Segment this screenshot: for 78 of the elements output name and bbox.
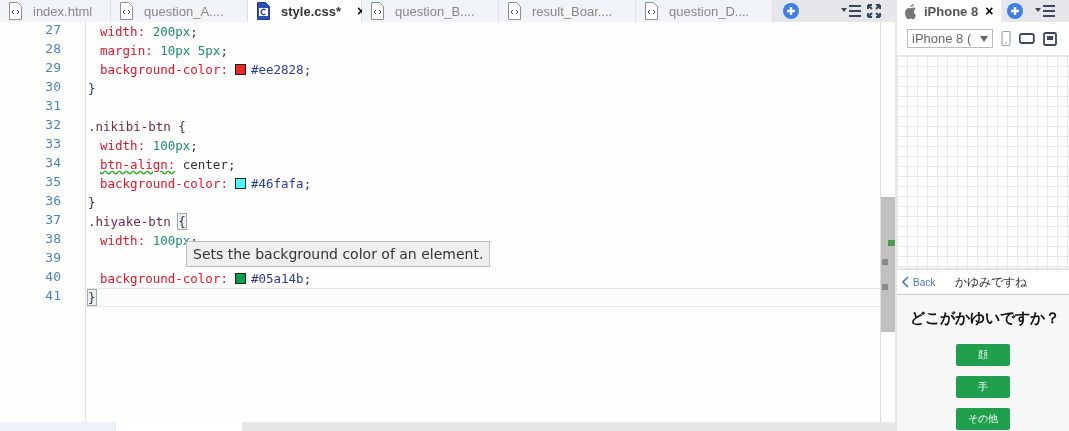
back-button[interactable]: Back [902, 276, 936, 288]
line-number: 40 [44, 269, 62, 286]
semicolon: ; [190, 24, 198, 39]
line-number: 32 [44, 117, 62, 134]
html-file-icon [119, 2, 134, 20]
css-property: width: [100, 24, 146, 39]
landscape-icon[interactable] [1019, 33, 1035, 44]
preview-tab[interactable]: iPhone 8 × [897, 0, 1002, 22]
apple-icon [903, 2, 917, 20]
css-value: 100px [152, 138, 191, 153]
answer-button[interactable]: 顔 [956, 344, 1010, 366]
brace: } [88, 195, 96, 210]
close-icon[interactable]: × [985, 3, 994, 19]
back-chevron-icon[interactable] [902, 276, 909, 288]
css-value: 200px [152, 24, 191, 39]
add-icon[interactable] [1007, 3, 1024, 19]
semicolon: ; [303, 271, 312, 286]
device-dropdown[interactable]: iPhone 8 ( [907, 29, 993, 48]
brace: } [88, 81, 96, 96]
css-selector: .nikibi-btn [88, 119, 171, 134]
line-number: 37 [44, 212, 62, 229]
line-number: 39 [44, 250, 62, 267]
editor-tab[interactable]: question_A.... [111, 0, 248, 22]
line-number: 28 [44, 41, 62, 58]
css-property: background-color: [100, 271, 228, 286]
window-icon[interactable] [1043, 31, 1057, 46]
line-number: 33 [44, 136, 62, 153]
question-heading: どこがかゆいですか？ [910, 309, 1060, 327]
css-selector: .hiyake-btn [88, 214, 171, 229]
line-number: 36 [44, 193, 62, 210]
css-property: btn-align: [100, 157, 176, 172]
editor-tab[interactable]: result_Boar.... [499, 0, 636, 22]
line-number: 38 [44, 231, 62, 248]
semicolon: ; [303, 176, 312, 191]
editor-tab[interactable]: index.html [0, 0, 111, 22]
css-property: width: [100, 233, 146, 248]
html-file-icon [370, 2, 385, 20]
css-value: 10px 5px [160, 43, 221, 58]
line-number: 27 [44, 22, 62, 39]
color-value: #05a14b [250, 271, 304, 286]
css-file-icon [256, 2, 271, 20]
semicolon: ; [190, 138, 198, 153]
answer-button[interactable]: 手 [956, 376, 1010, 398]
brace: { [178, 119, 186, 134]
brace: } [88, 290, 96, 305]
editor-tab[interactable]: question_B.... [362, 0, 499, 22]
brace: { [178, 214, 186, 229]
css-property: background-color: [100, 62, 228, 77]
color-value: #46fafa [250, 176, 304, 191]
answer-button[interactable]: その他 [956, 408, 1010, 430]
line-number: 30 [44, 79, 62, 96]
color-swatch[interactable] [235, 178, 247, 189]
add-icon[interactable] [783, 3, 799, 19]
html-file-icon [507, 2, 522, 20]
line-number: 29 [44, 60, 62, 77]
semicolon: ; [303, 62, 312, 77]
css-property: width: [100, 138, 146, 153]
menu-icon[interactable] [841, 4, 861, 18]
css-property: margin: [100, 43, 153, 58]
css-value: center [182, 157, 228, 172]
nav-title: かゆみですね [955, 275, 1028, 289]
line-number: 41 [44, 288, 62, 305]
fullscreen-icon[interactable] [867, 4, 881, 18]
editor-tab[interactable]: question_D.... [636, 0, 773, 22]
dropdown-caret-icon[interactable] [980, 35, 988, 42]
html-file-icon [8, 2, 23, 20]
line-number: 34 [44, 155, 62, 172]
color-swatch[interactable] [235, 64, 247, 75]
line-number: 35 [44, 174, 62, 191]
semicolon: ; [227, 157, 236, 172]
color-swatch[interactable] [235, 273, 247, 284]
html-file-icon [644, 2, 659, 20]
color-value: #ee2828 [250, 62, 304, 77]
css-property: background-color: [100, 176, 228, 191]
line-number: 31 [44, 98, 62, 115]
semicolon: ; [220, 43, 228, 58]
menu-icon[interactable] [1035, 4, 1056, 18]
tooltip: Sets the background color of an element. [186, 241, 491, 267]
